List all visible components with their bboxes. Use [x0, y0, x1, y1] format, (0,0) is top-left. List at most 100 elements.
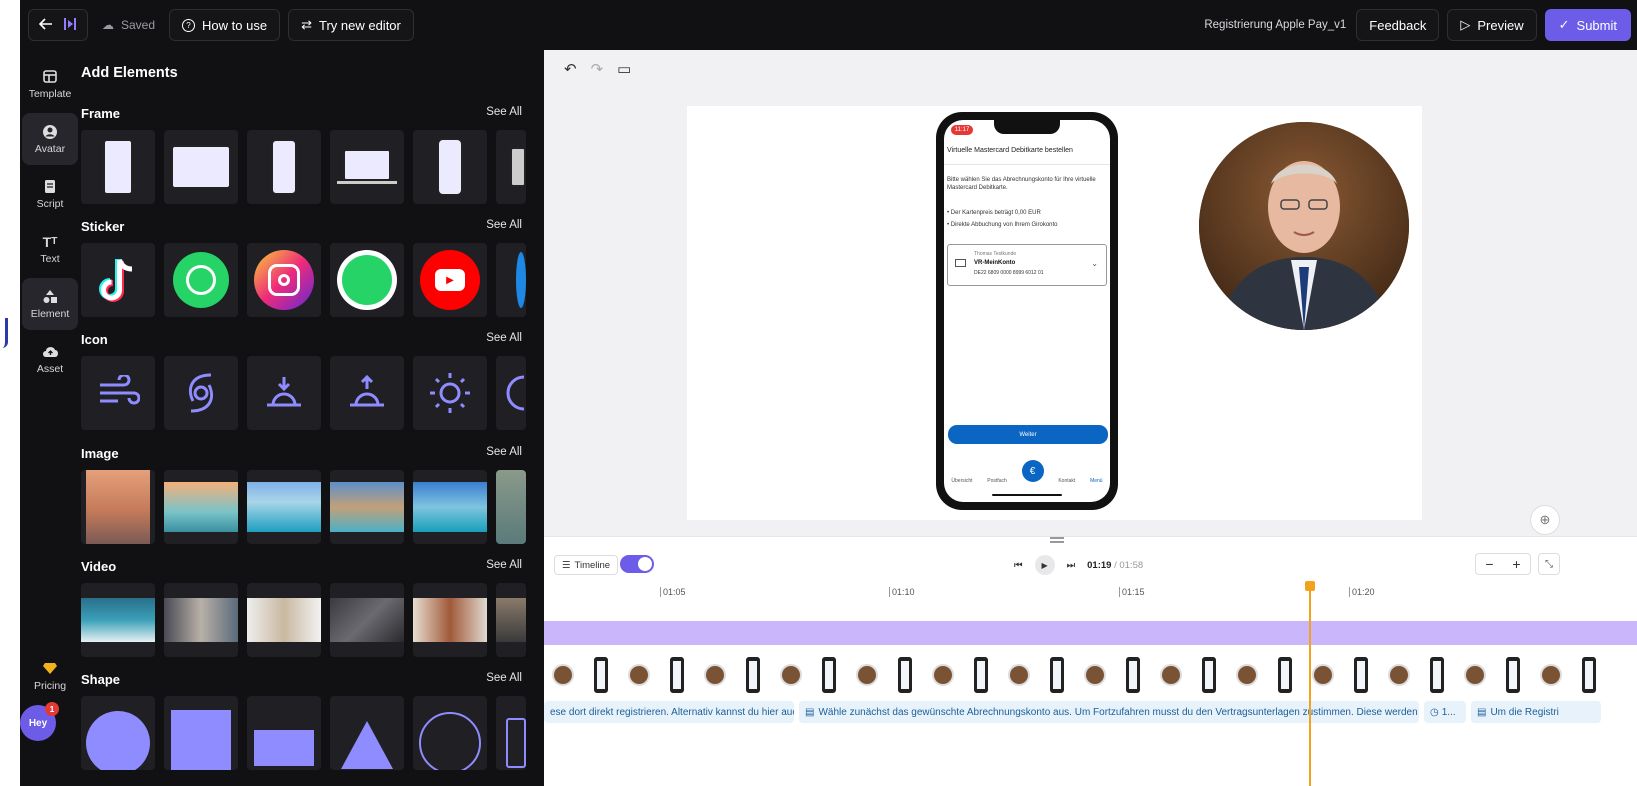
frame-partial-tile[interactable]: [496, 130, 526, 204]
notification-badge: 1: [45, 702, 59, 716]
sun-icon[interactable]: [413, 356, 487, 430]
resize-handle[interactable]: [1050, 537, 1064, 543]
playhead[interactable]: [1305, 581, 1315, 786]
ruler-label: 01:10: [889, 587, 915, 597]
video-thumb-boat[interactable]: [81, 583, 155, 657]
image-thumb-villa[interactable]: [164, 470, 238, 544]
expand-timeline-button[interactable]: ⤡: [1538, 553, 1560, 575]
caption-segment[interactable]: ese dort direkt registrieren. Alternativ…: [544, 701, 794, 723]
caption-segment[interactable]: ▤ Um die Registri: [1471, 701, 1601, 723]
caption-text: 1...: [1441, 706, 1456, 718]
account-name: VR-MeinKonto: [974, 260, 1016, 266]
partial-sticker[interactable]: [496, 243, 526, 317]
zoom-in-icon[interactable]: +: [1512, 556, 1520, 572]
image-thumb-pool[interactable]: [247, 470, 321, 544]
pricing-button[interactable]: Pricing: [22, 650, 78, 702]
video-thumb-desk[interactable]: [330, 583, 404, 657]
skip-back-icon[interactable]: ⏮: [1014, 560, 1023, 571]
sidebar-item-avatar[interactable]: Avatar: [22, 113, 78, 165]
sunset-icon[interactable]: [247, 356, 321, 430]
user-avatar[interactable]: Hey 1: [20, 702, 59, 741]
see-all-image-link[interactable]: See All: [486, 446, 522, 458]
time-ruler[interactable]: 01:05 01:10 01:15 01:20: [544, 585, 1637, 603]
frame-phone-slim-tile[interactable]: [247, 130, 321, 204]
how-to-use-button[interactable]: ? How to use: [169, 9, 281, 41]
whatsapp-sticker[interactable]: [164, 243, 238, 317]
sunrise-icon[interactable]: [330, 356, 404, 430]
background-track[interactable]: [544, 621, 1637, 645]
shape-circle[interactable]: [81, 696, 155, 770]
screen-header: Virtuelle Mastercard Debitkarte bestelle…: [947, 147, 1073, 154]
moon-icon[interactable]: [496, 356, 526, 430]
whatsapp-white-sticker[interactable]: [330, 243, 404, 317]
caption-segment[interactable]: ◷ 1...: [1424, 701, 1466, 723]
see-all-shape-link[interactable]: See All: [486, 672, 522, 684]
see-all-frame-link[interactable]: See All: [486, 106, 522, 118]
zoom-in-button[interactable]: ⊕: [1530, 505, 1560, 535]
app-window: ☁ Saved ? How to use ⇄ Try new editor Re…: [0, 0, 1637, 786]
video-thumb-meeting[interactable]: [164, 583, 238, 657]
shape-rect-outline[interactable]: [496, 696, 526, 770]
tiktok-sticker[interactable]: [81, 243, 155, 317]
video-thumb-office[interactable]: [247, 583, 321, 657]
shape-square[interactable]: [164, 696, 238, 770]
timeline-switch[interactable]: [620, 555, 654, 573]
sidebar-item-template[interactable]: Template: [22, 58, 78, 110]
phone-thumb: [1114, 653, 1152, 697]
hurricane-icon[interactable]: [164, 356, 238, 430]
zoom-out-icon[interactable]: −: [1485, 556, 1493, 572]
sidebar-item-script[interactable]: Script: [22, 168, 78, 220]
phone-thumb: [582, 653, 620, 697]
image-thumb-sunset[interactable]: [81, 470, 155, 544]
sidebar-item-asset[interactable]: Asset: [22, 333, 78, 385]
submit-button[interactable]: ✓ Submit: [1544, 9, 1631, 41]
image-thumb-partial[interactable]: [496, 470, 526, 544]
feedback-button[interactable]: Feedback: [1356, 9, 1440, 41]
sidebar-item-element[interactable]: Element: [22, 278, 78, 330]
text-icon: TT: [42, 233, 58, 250]
skip-forward-icon[interactable]: ⏭: [1067, 560, 1076, 571]
saved-status: ☁ Saved: [96, 9, 161, 41]
undo-icon[interactable]: ↶: [564, 60, 577, 78]
play-button[interactable]: ▶: [1034, 555, 1055, 575]
monitor-icon[interactable]: ▭: [617, 60, 631, 78]
preview-button[interactable]: ▷ Preview: [1447, 9, 1537, 41]
scene-stage[interactable]: 11:17 Virtuelle Mastercard Debitkarte be…: [687, 106, 1422, 520]
avatar-thumb: [924, 653, 962, 697]
shape-circle-outline[interactable]: [413, 696, 487, 770]
phone-thumb: [734, 653, 772, 697]
try-new-editor-button[interactable]: ⇄ Try new editor: [288, 9, 414, 41]
shape-triangle[interactable]: [330, 696, 404, 770]
video-thumb-team[interactable]: [413, 583, 487, 657]
weiter-button: Weiter: [948, 425, 1108, 444]
phone-frame[interactable]: 11:17 Virtuelle Mastercard Debitkarte be…: [936, 112, 1118, 510]
caption-segment[interactable]: ▤ Wähle zunächst das gewünschte Abrechnun…: [799, 701, 1419, 723]
ruler-label: 01:15: [1119, 587, 1145, 597]
panel-title: Add Elements: [81, 65, 178, 81]
youtube-sticker[interactable]: ▶: [413, 243, 487, 317]
image-thumb-bungalows[interactable]: [413, 470, 487, 544]
timeline-panel: ☰ Timeline ⏮ ▶ ⏭ 01:19 / 01:58 − + ⤡ 01:…: [544, 536, 1637, 786]
instagram-sticker[interactable]: [247, 243, 321, 317]
back-button[interactable]: [28, 9, 88, 41]
sidebar-item-text[interactable]: TT Text: [22, 223, 78, 275]
wind-icon[interactable]: [81, 356, 155, 430]
image-thumb-lounge[interactable]: [330, 470, 404, 544]
avatar-presenter[interactable]: [1199, 122, 1409, 330]
redo-icon[interactable]: ↷: [591, 60, 604, 78]
frame-iphone-tile[interactable]: [413, 130, 487, 204]
timeline-toggle-button[interactable]: ☰ Timeline: [554, 555, 619, 575]
frame-tablet-tile[interactable]: [164, 130, 238, 204]
frame-phone-tile[interactable]: [81, 130, 155, 204]
frame-laptop-tile[interactable]: [330, 130, 404, 204]
sidebar-item-label: Text: [40, 252, 60, 265]
scene-thumbnails-track[interactable]: [544, 653, 1637, 697]
see-all-sticker-link[interactable]: See All: [486, 219, 522, 231]
project-title[interactable]: Registrierung Apple Pay_v1: [1204, 19, 1346, 31]
see-all-video-link[interactable]: See All: [486, 559, 522, 571]
see-all-icon-link[interactable]: See All: [486, 332, 522, 344]
submit-label: Submit: [1576, 17, 1617, 33]
pricing-label: Pricing: [33, 679, 67, 692]
shape-rectangle[interactable]: [247, 696, 321, 770]
video-thumb-partial[interactable]: [496, 583, 526, 657]
